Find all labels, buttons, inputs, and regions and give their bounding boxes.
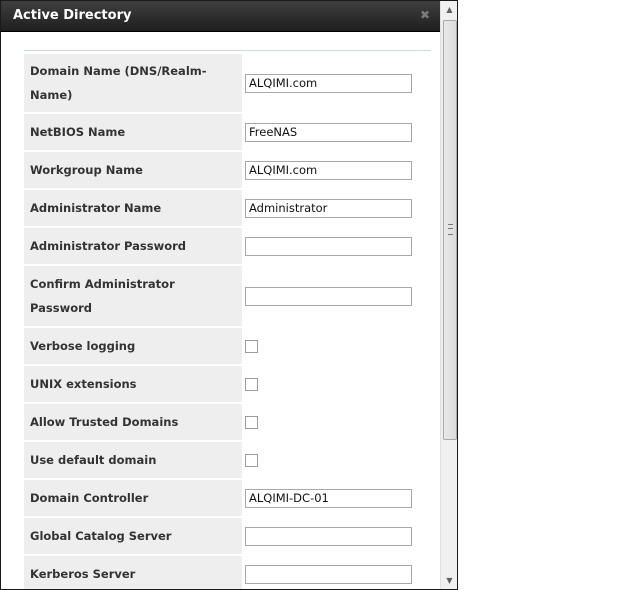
field-label: Administrator Name xyxy=(24,190,242,226)
field-label: Global Catalog Server xyxy=(24,518,242,554)
domain-controller-input[interactable] xyxy=(245,488,412,508)
form-row-unix-extensions: UNIX extensions xyxy=(24,366,424,402)
scroll-up-arrow-icon[interactable]: ▲ xyxy=(441,1,457,18)
verbose-logging-checkbox[interactable] xyxy=(245,339,258,353)
scrollbar-thumb[interactable] xyxy=(443,20,457,440)
form-row-workgroup-name: Workgroup Name xyxy=(24,152,424,188)
field-label: Administrator Password xyxy=(24,228,242,264)
dialog-title: Active Directory xyxy=(13,8,132,23)
unix-extensions-checkbox[interactable] xyxy=(245,377,258,391)
field-label: Confirm Administrator Password xyxy=(24,266,242,326)
field-label: UNIX extensions xyxy=(24,366,242,402)
dialog-titlebar[interactable]: Active Directory ✖ xyxy=(1,1,457,32)
dialog-content: Domain Name (DNS/Realm-Name) NetBIOS Nam… xyxy=(2,32,439,589)
field-label: NetBIOS Name xyxy=(24,114,242,150)
confirm-password-input[interactable] xyxy=(245,286,412,306)
kerberos-server-input[interactable] xyxy=(245,564,412,584)
netbios-name-input[interactable] xyxy=(245,122,412,142)
field-label: Use default domain xyxy=(24,442,242,478)
close-icon[interactable]: ✖ xyxy=(419,9,431,21)
form-row-confirm-password: Confirm Administrator Password xyxy=(24,266,424,326)
field-label: Workgroup Name xyxy=(24,152,242,188)
form-row-netbios-name: NetBIOS Name xyxy=(24,114,424,150)
field-label: Allow Trusted Domains xyxy=(24,404,242,440)
field-label: Domain Controller xyxy=(24,480,242,516)
use-default-domain-checkbox[interactable] xyxy=(245,453,258,467)
workgroup-name-input[interactable] xyxy=(245,160,412,180)
active-directory-form: Domain Name (DNS/Realm-Name) NetBIOS Nam… xyxy=(24,54,424,589)
form-row-administrator-password: Administrator Password xyxy=(24,228,424,264)
domain-name-input[interactable] xyxy=(245,73,412,93)
form-row-allow-trusted-domains: Allow Trusted Domains xyxy=(24,404,424,440)
active-directory-dialog: Active Directory ✖ Domain Name (DNS/Real… xyxy=(0,0,458,590)
form-row-verbose-logging: Verbose logging xyxy=(24,328,424,364)
form-row-domain-controller: Domain Controller xyxy=(24,480,424,516)
form-divider xyxy=(24,50,431,51)
scrollbar-grip-icon xyxy=(448,224,453,235)
form-row-administrator-name: Administrator Name xyxy=(24,190,424,226)
administrator-name-input[interactable] xyxy=(245,198,412,218)
field-label: Kerberos Server xyxy=(24,556,242,589)
vertical-scrollbar[interactable]: ▲ ▼ xyxy=(440,1,457,589)
scroll-down-arrow-icon[interactable]: ▼ xyxy=(441,572,457,589)
allow-trusted-domains-checkbox[interactable] xyxy=(245,415,258,429)
form-row-global-catalog-server: Global Catalog Server xyxy=(24,518,424,554)
global-catalog-server-input[interactable] xyxy=(245,526,412,546)
administrator-password-input[interactable] xyxy=(245,236,412,256)
field-label: Verbose logging xyxy=(24,328,242,364)
field-label: Domain Name (DNS/Realm-Name) xyxy=(24,54,242,112)
form-row-kerberos-server: Kerberos Server xyxy=(24,556,424,589)
form-row-use-default-domain: Use default domain xyxy=(24,442,424,478)
form-row-domain-name: Domain Name (DNS/Realm-Name) xyxy=(24,54,424,112)
